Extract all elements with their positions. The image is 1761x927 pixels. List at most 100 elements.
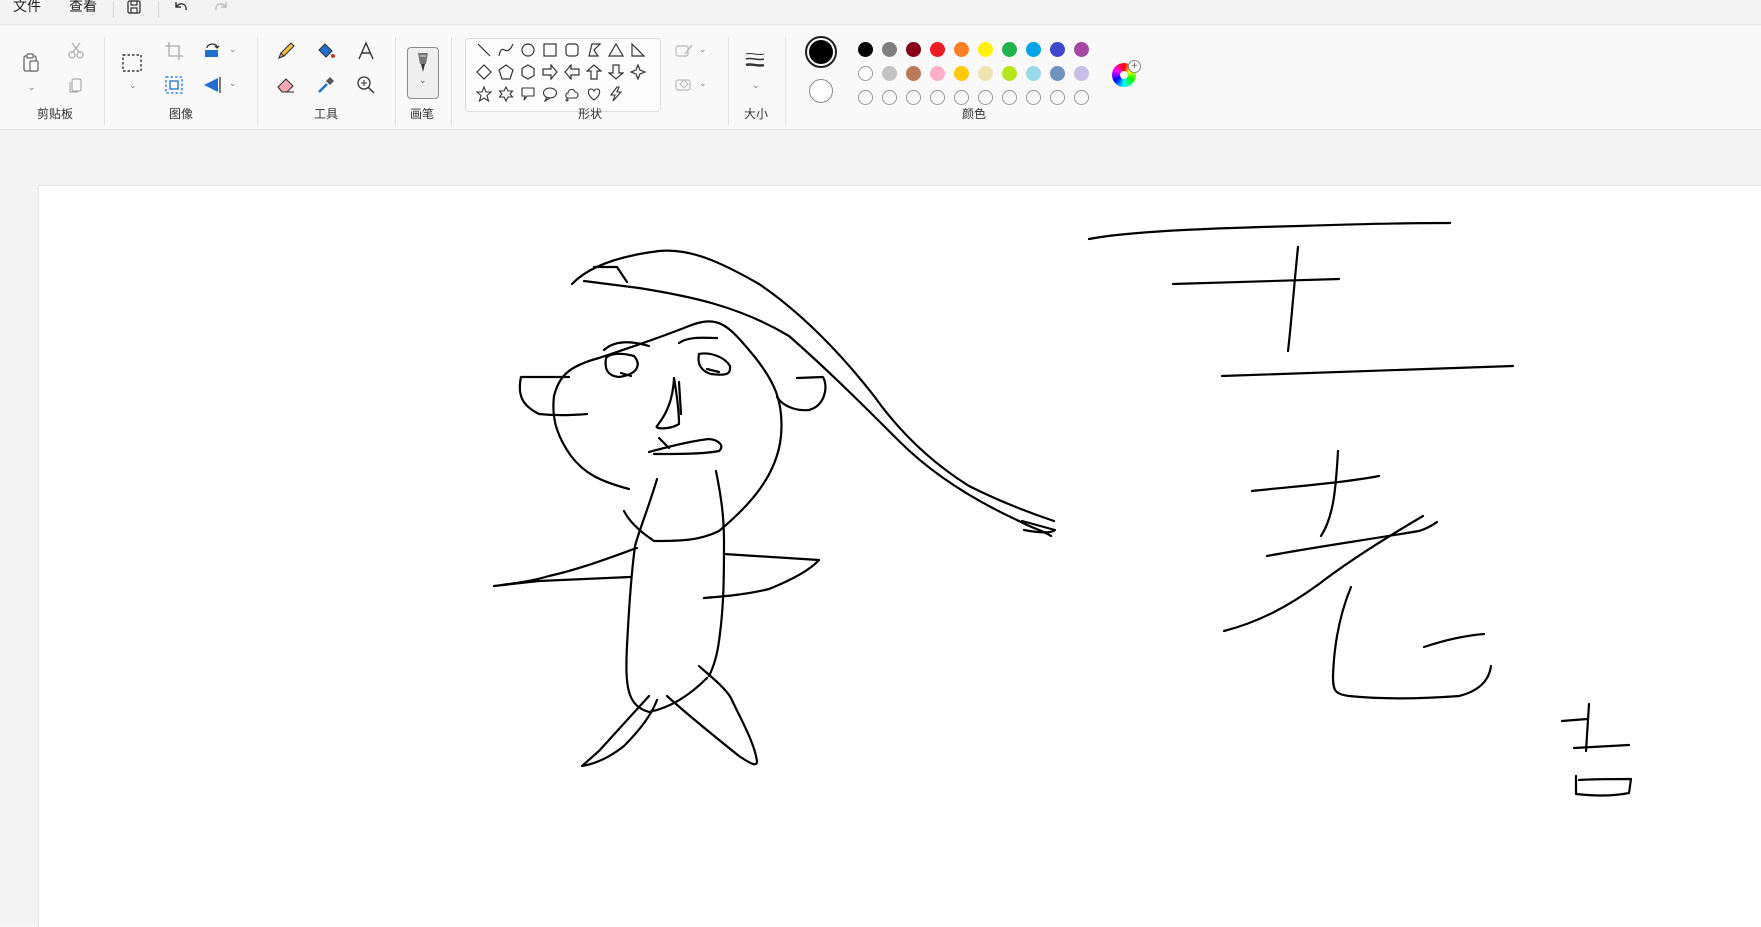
save-icon[interactable] [125, 0, 149, 18]
select-dropdown-chevron-icon[interactable]: ⌄ [129, 81, 137, 91]
menu-view[interactable]: 查看 [69, 0, 97, 16]
rectangular-callout-shape-icon[interactable] [518, 84, 538, 104]
palette-color-swatch[interactable] [1074, 42, 1089, 57]
custom-color-slot[interactable] [978, 90, 993, 105]
lao-vertical-1 [1319, 449, 1340, 538]
lightning-shape-icon[interactable] [606, 84, 626, 104]
secondary-color-swatch[interactable] [809, 79, 833, 103]
magnifier-icon[interactable] [352, 71, 380, 99]
right-pupil [705, 367, 721, 374]
six-point-star-shape-icon[interactable] [496, 84, 516, 104]
diamond-shape-icon[interactable] [474, 62, 494, 82]
redo-icon[interactable] [212, 0, 236, 18]
brush-button[interactable]: ⌄ [407, 47, 439, 99]
ji-box [1574, 774, 1633, 797]
size-icon[interactable] [741, 47, 769, 75]
custom-color-slot[interactable] [1026, 90, 1041, 105]
fill-dropdown-chevron-icon[interactable]: ⌄ [699, 79, 707, 89]
custom-color-slot[interactable] [930, 90, 945, 105]
paste-dropdown-chevron-icon[interactable]: ⌄ [28, 83, 36, 93]
palette-color-swatch[interactable] [1074, 66, 1089, 81]
palette-color-swatch[interactable] [1002, 66, 1017, 81]
oval-callout-shape-icon[interactable] [540, 84, 560, 104]
oval-shape-icon[interactable] [518, 40, 538, 60]
custom-color-slot[interactable] [906, 90, 921, 105]
size-group-label: 大小 [743, 107, 768, 121]
custom-color-slot[interactable] [954, 90, 969, 105]
primary-color-swatch[interactable] [805, 36, 837, 68]
palette-color-swatch[interactable] [978, 42, 993, 57]
palette-color-swatch[interactable] [882, 42, 897, 57]
drawing-canvas[interactable] [38, 185, 1761, 927]
triangle-shape-icon[interactable] [606, 40, 626, 60]
rotate-dropdown-chevron-icon[interactable]: ⌄ [229, 45, 237, 55]
copy-icon[interactable] [62, 71, 90, 99]
shape-fill-icon[interactable] [670, 71, 698, 99]
polygon-shape-icon[interactable] [584, 40, 604, 60]
rectangle-shape-icon[interactable] [540, 40, 560, 60]
palette-color-swatch[interactable] [1002, 42, 1017, 57]
menu-bar: 文件 查看 [0, 0, 1761, 25]
pentagon-shape-icon[interactable] [496, 62, 516, 82]
undo-icon[interactable] [172, 0, 196, 18]
text-icon[interactable] [352, 37, 380, 65]
palette-color-swatch[interactable] [858, 66, 873, 81]
lao-vertical-2 [1331, 585, 1493, 700]
palette-color-swatch[interactable] [978, 66, 993, 81]
five-point-star-shape-icon[interactable] [474, 84, 494, 104]
rounded-rectangle-shape-icon[interactable] [562, 40, 582, 60]
right-arrow-shape-icon[interactable] [540, 62, 560, 82]
shape-outline-icon[interactable] [670, 37, 698, 65]
brush-dropdown-chevron-icon[interactable]: ⌄ [419, 76, 427, 86]
flip-dropdown-chevron-icon[interactable]: ⌄ [229, 79, 237, 89]
shapes-gallery [465, 38, 661, 112]
edit-colors-icon[interactable]: + [1112, 60, 1141, 87]
size-dropdown-chevron-icon[interactable]: ⌄ [752, 81, 760, 91]
clipboard-group-label: 剪贴板 [36, 107, 73, 121]
cut-icon[interactable] [62, 37, 90, 65]
palette-color-swatch[interactable] [954, 42, 969, 57]
palette-color-swatch[interactable] [906, 66, 921, 81]
palette-color-swatch[interactable] [954, 66, 969, 81]
palette-color-swatch[interactable] [882, 66, 897, 81]
palette-color-swatch[interactable] [1050, 66, 1065, 81]
palette-color-swatch[interactable] [906, 42, 921, 57]
custom-color-slot[interactable] [858, 90, 873, 105]
palette-color-swatch[interactable] [1026, 42, 1041, 57]
custom-color-slot[interactable] [1002, 90, 1017, 105]
group-divider [104, 37, 105, 125]
down-arrow-shape-icon[interactable] [606, 62, 626, 82]
palette-color-swatch[interactable] [930, 42, 945, 57]
wang-bottom-stroke [1220, 364, 1515, 378]
crop-icon[interactable] [160, 37, 188, 65]
fill-bucket-icon[interactable] [312, 37, 340, 65]
palette-color-swatch[interactable] [1050, 42, 1065, 57]
custom-color-slot[interactable] [882, 90, 897, 105]
right-triangle-shape-icon[interactable] [628, 40, 648, 60]
color-picker-icon[interactable] [312, 71, 340, 99]
flip-icon[interactable] [198, 71, 226, 99]
heart-shape-icon[interactable] [584, 84, 604, 104]
hexagon-shape-icon[interactable] [518, 62, 538, 82]
palette-color-swatch[interactable] [1026, 66, 1041, 81]
eraser-icon[interactable] [272, 71, 300, 99]
custom-color-slot[interactable] [1074, 90, 1089, 105]
cloud-callout-shape-icon[interactable] [562, 84, 582, 104]
shapes-group-label: 形状 [577, 107, 602, 121]
pencil-icon[interactable] [272, 37, 300, 65]
menu-file[interactable]: 文件 [13, 0, 41, 16]
select-icon[interactable] [118, 49, 146, 77]
up-arrow-shape-icon[interactable] [584, 62, 604, 82]
paste-icon[interactable] [17, 49, 45, 77]
line-shape-icon[interactable] [474, 40, 494, 60]
curve-shape-icon[interactable] [496, 40, 516, 60]
custom-color-slot[interactable] [1050, 90, 1065, 105]
outline-dropdown-chevron-icon[interactable]: ⌄ [699, 45, 707, 55]
four-point-star-shape-icon[interactable] [628, 62, 648, 82]
palette-color-swatch[interactable] [858, 42, 873, 57]
palette-color-swatch[interactable] [930, 66, 945, 81]
resize-icon[interactable] [160, 71, 188, 99]
left-arrow-shape-icon[interactable] [562, 62, 582, 82]
rotate-icon[interactable] [198, 37, 226, 65]
hair-strand [592, 265, 629, 284]
